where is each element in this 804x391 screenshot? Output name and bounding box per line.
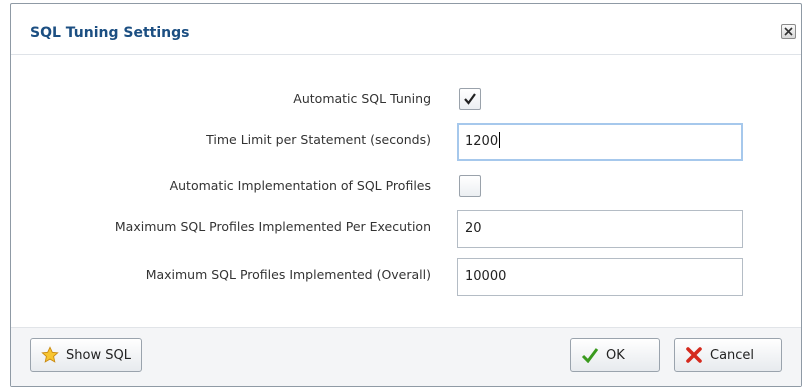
time-limit-value: 1200 (465, 134, 499, 149)
show-sql-button[interactable]: Show SQL (30, 338, 142, 372)
sql-tuning-settings-dialog: SQL Tuning Settings Automatic SQL Tuning… (10, 3, 802, 387)
time-limit-input[interactable]: 1200 (457, 123, 743, 161)
text-caret (499, 132, 501, 148)
cancel-label: Cancel (710, 347, 755, 363)
automatic-implementation-checkbox[interactable] (459, 175, 481, 197)
title-divider (11, 54, 801, 55)
red-x-icon (686, 347, 702, 363)
max-per-execution-label: Maximum SQL Profiles Implemented Per Exe… (114, 219, 431, 234)
dialog-title: SQL Tuning Settings (30, 25, 190, 41)
max-overall-label: Maximum SQL Profiles Implemented (Overal… (145, 267, 431, 282)
automatic-implementation-label: Automatic Implementation of SQL Profiles (169, 178, 431, 193)
max-overall-input[interactable]: 10000 (457, 258, 743, 296)
close-button[interactable] (781, 24, 796, 39)
show-sql-label: Show SQL (66, 347, 131, 363)
max-per-execution-input[interactable]: 20 (457, 210, 743, 248)
automatic-sql-tuning-label: Automatic SQL Tuning (293, 91, 431, 106)
checkmark-icon (464, 93, 476, 105)
automatic-sql-tuning-checkbox[interactable] (459, 88, 481, 110)
cancel-button[interactable]: Cancel (674, 338, 782, 372)
ok-label: OK (606, 347, 625, 363)
time-limit-label: Time Limit per Statement (seconds) (206, 132, 431, 147)
dialog-footer: Show SQL OK Cancel (11, 327, 801, 386)
green-checkmark-icon (581, 348, 599, 363)
ok-button[interactable]: OK (570, 338, 660, 372)
star-icon (41, 346, 59, 363)
close-icon (784, 27, 793, 36)
